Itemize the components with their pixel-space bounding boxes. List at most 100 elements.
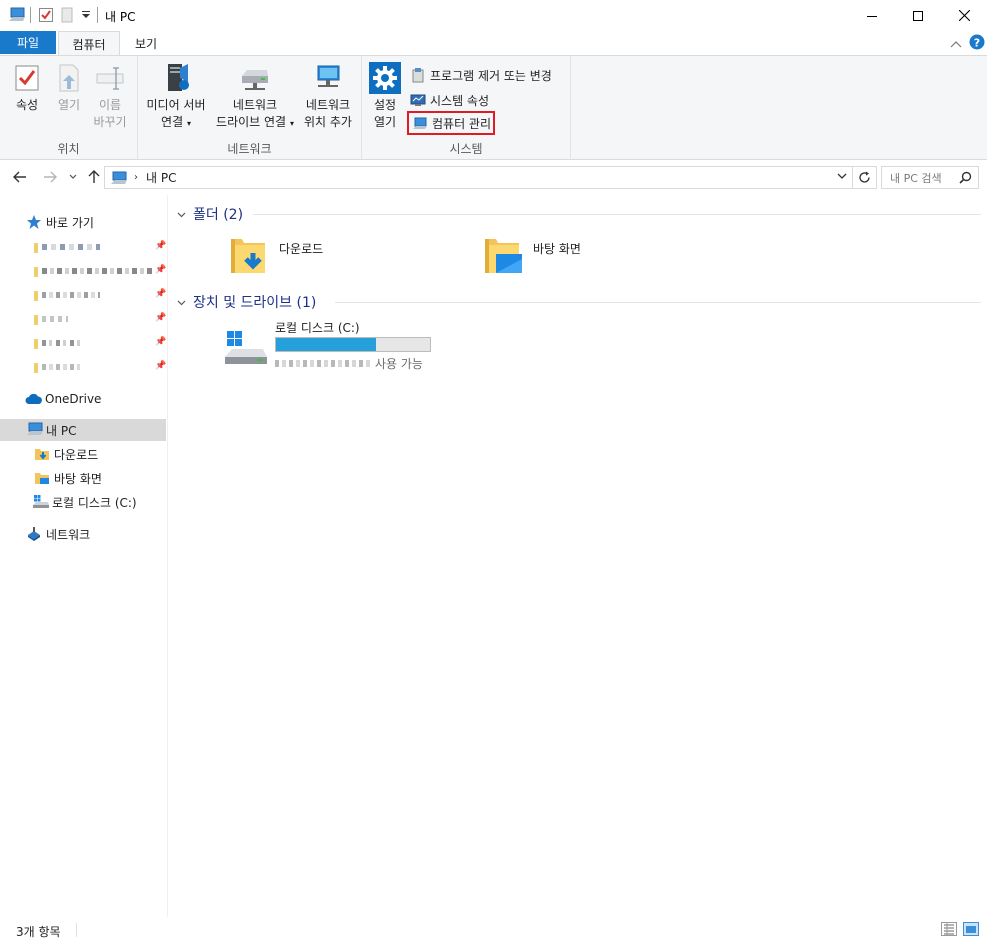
quick-access-pinned-item[interactable]: 📌 (0, 238, 166, 258)
folder-tile-downloads[interactable]: 다운로드 (227, 235, 323, 277)
ribbon-group-network: 미디어 서버 연결 ▾ 네트워크 드라이브 연결 ▾ 네트워크 위치 추가 네트… (138, 56, 362, 160)
tab-computer[interactable]: 컴퓨터 (58, 31, 120, 56)
window-title: 내 PC (105, 10, 136, 24)
up-arrow-icon[interactable] (85, 168, 103, 186)
redacted-label (42, 316, 68, 322)
computer-icon (110, 171, 128, 185)
blurred-folder-icon (34, 315, 38, 325)
section-divider (335, 302, 981, 303)
maximize-button[interactable] (895, 0, 941, 31)
quick-access-pinned-item[interactable]: 📌 (0, 286, 166, 306)
drive-usage-fill (276, 338, 377, 351)
section-divider (253, 214, 981, 215)
breadcrumb-separator-icon[interactable]: › (134, 172, 138, 183)
close-button[interactable] (941, 0, 987, 31)
status-divider (76, 923, 77, 937)
settings-gear-icon (369, 62, 401, 94)
uninstall-program-button[interactable]: 프로그램 제거 또는 변경 (410, 65, 552, 85)
map-network-drive-button[interactable]: 네트워크 드라이브 연결 ▾ (212, 62, 298, 132)
drive-tile-local-disk[interactable]: 로컬 디스크 (C:) 사용 가능 (223, 319, 431, 372)
back-arrow-icon[interactable] (11, 168, 29, 186)
collapse-ribbon-chevron-icon[interactable] (950, 37, 962, 51)
status-bar: 3개 항목 (0, 917, 987, 942)
help-icon[interactable]: ? (969, 34, 985, 53)
properties-button[interactable]: 속성 (8, 62, 46, 114)
pin-icon[interactable]: 📌 (155, 313, 166, 323)
redacted-label (42, 364, 80, 370)
address-bar[interactable]: › 내 PC (104, 166, 853, 189)
ribbon: 속성 열기 이름 바꾸기 위치 미디어 서버 연결 ▾ 네트워크 드라이브 연결… (0, 55, 987, 160)
address-history-chevron-icon[interactable] (837, 173, 847, 180)
star-icon (26, 214, 42, 230)
nav-network[interactable]: 네트워크 (0, 523, 166, 545)
media-server-button[interactable]: 미디어 서버 연결 ▾ (141, 62, 211, 132)
tab-view[interactable]: 보기 (122, 31, 170, 55)
network-location-icon (312, 62, 344, 94)
nav-downloads[interactable]: 다운로드 (0, 443, 166, 465)
pin-icon[interactable]: 📌 (155, 337, 166, 347)
quick-access-pinned-item[interactable]: 📌 (0, 310, 166, 330)
properties-check-icon (11, 62, 43, 94)
system-properties-button[interactable]: 시스템 속성 (410, 90, 489, 110)
pin-icon[interactable]: 📌 (155, 289, 166, 299)
quick-access-pinned-item[interactable]: 📌 (0, 358, 166, 378)
collapse-chevron-icon[interactable] (177, 296, 186, 309)
pin-icon[interactable]: 📌 (155, 265, 166, 275)
customize-qat-chevron-icon[interactable] (82, 9, 90, 23)
computer-management-icon (412, 115, 428, 131)
uninstall-icon (410, 67, 426, 83)
nav-quick-access[interactable]: 바로 가기 (0, 211, 166, 233)
new-folder-icon[interactable] (60, 7, 74, 26)
folder-tile-desktop[interactable]: 바탕 화면 (481, 235, 581, 277)
minimize-button[interactable] (849, 0, 895, 31)
collapse-chevron-icon[interactable] (177, 208, 186, 221)
drive-usage-bar (275, 337, 431, 352)
file-list: 폴더 (2) 다운로드 바탕 화면 장치 및 드라이브 (1) 로컬 디스크 (… (169, 195, 987, 917)
pin-icon[interactable]: 📌 (155, 361, 166, 371)
search-input[interactable]: 내 PC 검색 (890, 170, 942, 186)
properties-check-icon[interactable] (38, 7, 54, 26)
quick-access-pinned-item[interactable]: 📌 (0, 262, 166, 282)
refresh-button[interactable] (853, 166, 877, 189)
navigation-pane: 바로 가기 📌 📌 📌 📌 📌 📌 OneDrive 내 PC 다운로드 바탕 … (0, 195, 168, 917)
search-box[interactable]: 내 PC 검색 (881, 166, 979, 189)
group-header-folders[interactable]: 폴더 (2) (177, 204, 243, 224)
navigation-bar: › 내 PC 내 PC 검색 (0, 161, 987, 195)
recent-locations-chevron-icon[interactable] (64, 168, 82, 186)
redacted-label (42, 292, 100, 298)
blurred-folder-icon (34, 243, 38, 253)
blurred-folder-icon (34, 363, 38, 373)
quick-access-pinned-item[interactable]: 📌 (0, 334, 166, 354)
open-arrow-icon (53, 62, 85, 94)
group-label-system: 시스템 (449, 142, 483, 156)
tab-file[interactable]: 파일 (0, 31, 56, 54)
nav-onedrive[interactable]: OneDrive (0, 388, 166, 410)
redacted-free-space (275, 360, 371, 367)
system-properties-icon (410, 92, 426, 108)
computer-icon[interactable] (8, 7, 26, 26)
disk-drive-icon (32, 494, 49, 510)
nav-local-disk[interactable]: 로컬 디스크 (C:) (0, 491, 166, 513)
open-settings-button[interactable]: 설정 열기 (368, 62, 402, 131)
nav-this-pc[interactable]: 내 PC (0, 419, 166, 441)
group-header-drives[interactable]: 장치 및 드라이브 (1) (177, 292, 316, 312)
blurred-folder-icon (34, 291, 38, 301)
search-icon (959, 171, 972, 184)
large-icons-view-icon[interactable] (963, 922, 979, 936)
breadcrumb-this-pc[interactable]: 내 PC (146, 169, 176, 186)
rename-cursor-icon (94, 62, 126, 94)
open-button[interactable]: 열기 (50, 62, 88, 114)
rename-button[interactable]: 이름 바꾸기 (90, 62, 130, 131)
forward-arrow-icon[interactable] (41, 168, 59, 186)
pin-icon[interactable]: 📌 (155, 241, 166, 251)
disk-drive-icon (223, 329, 269, 369)
nav-desktop[interactable]: 바탕 화면 (0, 467, 166, 489)
refresh-icon (859, 171, 870, 183)
add-network-location-button[interactable]: 네트워크 위치 추가 (300, 62, 356, 131)
details-view-icon[interactable] (941, 922, 957, 936)
computer-management-button[interactable]: 컴퓨터 관리 (407, 111, 495, 135)
computer-icon (26, 422, 43, 438)
network-drive-icon (239, 62, 271, 94)
dropdown-arrow-icon: ▾ (289, 119, 294, 128)
ribbon-group-location: 속성 열기 이름 바꾸기 위치 (0, 56, 138, 160)
